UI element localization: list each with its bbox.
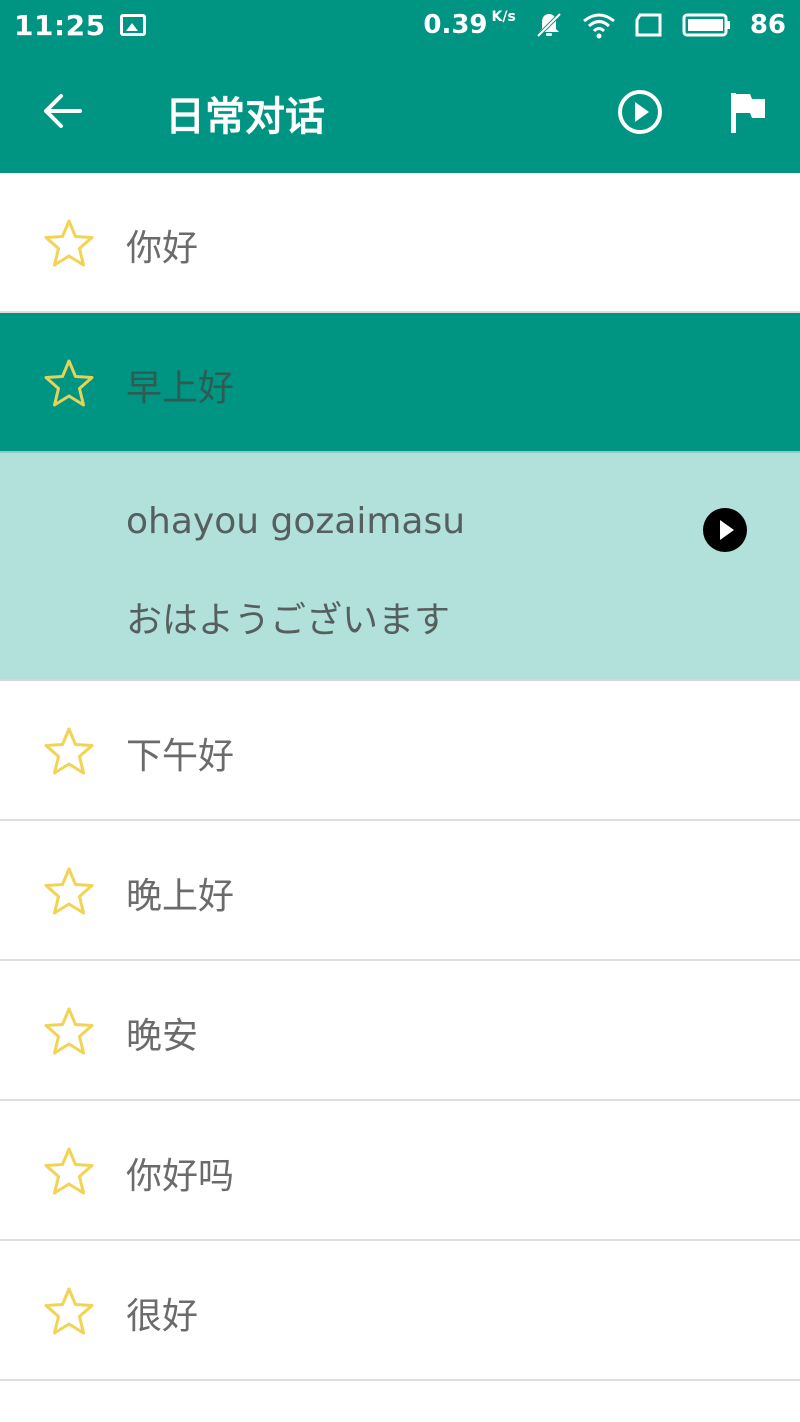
phrase-label: 你好: [126, 228, 199, 269]
phrase-label: 你好吗: [126, 1156, 235, 1197]
image-notification-icon: [119, 14, 146, 36]
status-right-group: 0.39 K/s 86: [423, 10, 786, 40]
page-title: 日常对话: [165, 94, 325, 140]
battery-level: 86: [749, 10, 786, 40]
play-all-icon[interactable]: [616, 88, 664, 136]
sim-icon: [634, 12, 664, 38]
star-icon[interactable]: [42, 725, 96, 779]
network-speed: 0.39 K/s: [423, 10, 515, 40]
phrase-row-5[interactable]: 你好吗: [0, 1101, 800, 1241]
back-arrow-icon[interactable]: [40, 88, 86, 134]
network-speed-unit: K/s: [491, 9, 516, 25]
flag-icon[interactable]: [728, 90, 768, 134]
star-icon[interactable]: [42, 1285, 96, 1339]
star-icon[interactable]: [42, 865, 96, 919]
romaji-text: ohayou gozaimasu: [126, 501, 466, 542]
status-bar: 11:25 0.39 K/s 86: [0, 0, 800, 50]
play-audio-icon[interactable]: [702, 507, 748, 553]
phrase-row-6[interactable]: 很好: [0, 1241, 800, 1381]
status-time: 11:25: [14, 8, 106, 42]
kana-text: おはようございます: [126, 600, 451, 641]
star-icon[interactable]: [42, 1145, 96, 1199]
phrase-row-4[interactable]: 晚安: [0, 961, 800, 1101]
wifi-icon: [582, 11, 616, 39]
network-speed-value: 0.39: [423, 10, 488, 40]
phrase-row-1[interactable]: 早上好: [0, 313, 800, 453]
bell-muted-icon: [534, 10, 564, 40]
phrase-row-2[interactable]: 下午好: [0, 681, 800, 821]
phrase-list: 你好 早上好 ohayou gozaimasu おはようございます 下午好 晚上…: [0, 173, 800, 1381]
star-icon[interactable]: [42, 217, 96, 271]
phrase-row-0[interactable]: 你好: [0, 173, 800, 313]
phrase-label: 晚安: [126, 1016, 199, 1057]
star-icon[interactable]: [42, 1005, 96, 1059]
phrase-label: 晚上好: [126, 876, 235, 917]
star-icon[interactable]: [42, 357, 96, 411]
phrase-label: 很好: [126, 1296, 199, 1337]
phrase-label: 下午好: [126, 736, 235, 777]
phrase-label: 早上好: [126, 368, 235, 409]
app-bar: 日常对话: [0, 50, 800, 173]
battery-icon: [682, 12, 732, 38]
phrase-detail-panel: ohayou gozaimasu おはようございます: [0, 453, 800, 681]
phrase-row-3[interactable]: 晚上好: [0, 821, 800, 961]
